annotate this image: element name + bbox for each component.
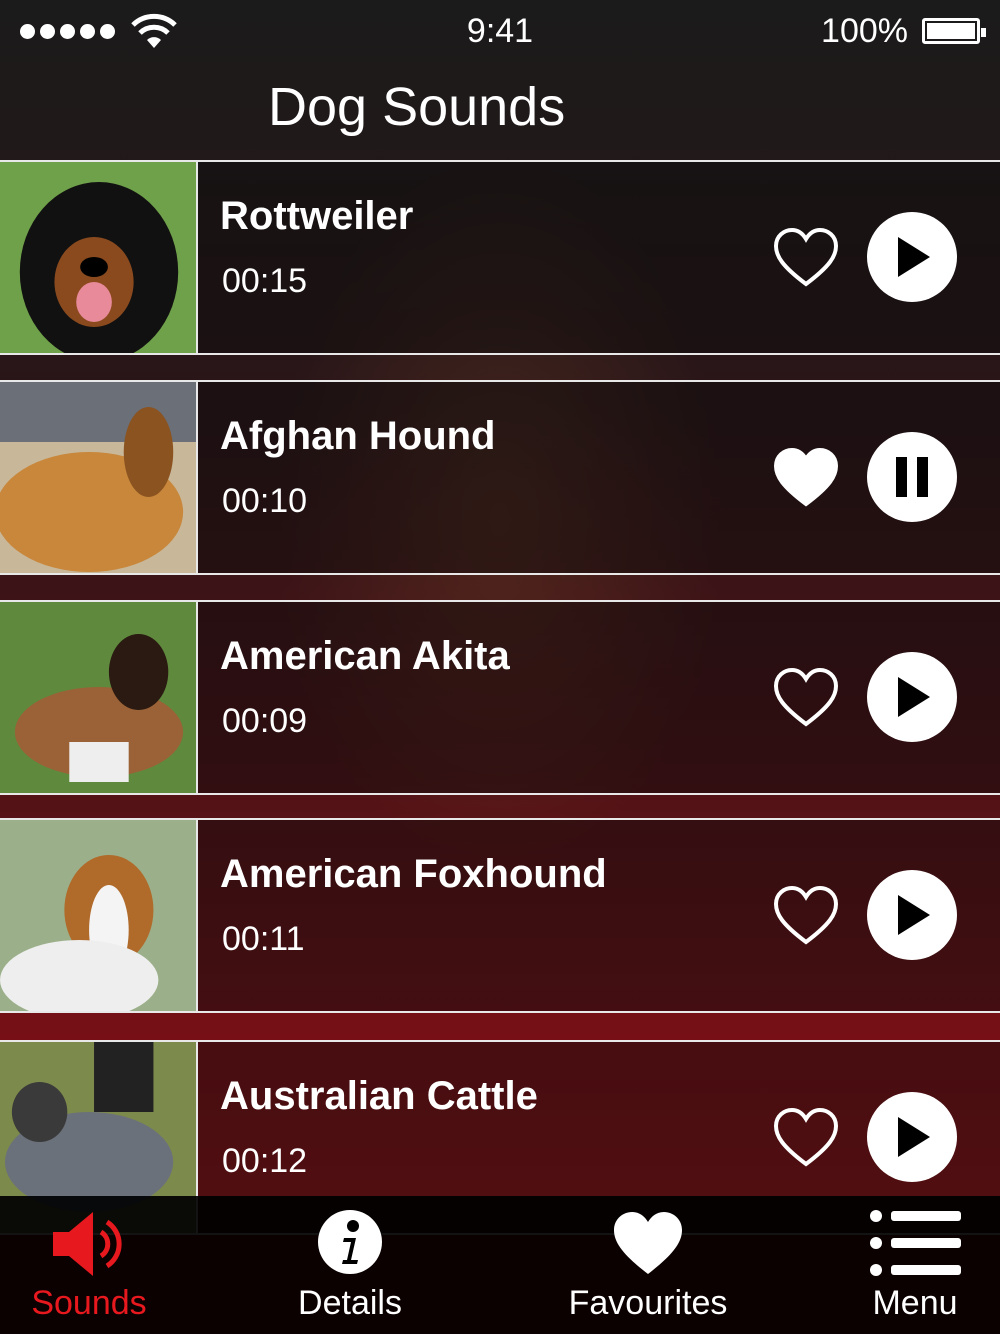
sound-title: American Foxhound	[220, 852, 607, 896]
tab-label: Menu	[872, 1284, 958, 1322]
sound-title: Australian Cattle	[220, 1074, 538, 1118]
dog-thumbnail-american-foxhound	[0, 820, 198, 1011]
sound-row-american-foxhound[interactable]: American Foxhound 00:11	[0, 818, 1000, 1013]
pause-button[interactable]	[867, 432, 957, 522]
play-button[interactable]	[867, 870, 957, 960]
favourite-filled-icon[interactable]	[772, 446, 840, 508]
dog-thumbnail-american-akita	[0, 602, 198, 793]
favourite-outline-icon[interactable]	[772, 884, 840, 946]
navigation-bar: Dog Sounds	[0, 62, 1000, 160]
tab-favourites[interactable]: Favourites	[548, 1196, 748, 1334]
favourite-outline-icon[interactable]	[772, 1106, 840, 1168]
favourite-outline-icon[interactable]	[772, 666, 840, 728]
play-button[interactable]	[867, 1092, 957, 1182]
favourite-outline-icon[interactable]	[772, 226, 840, 288]
tab-label: Favourites	[568, 1284, 728, 1322]
menu-list-icon	[870, 1210, 961, 1276]
sound-row-afghan-hound[interactable]: Afghan Hound 00:10	[0, 380, 1000, 575]
tab-label: Details	[298, 1284, 402, 1322]
tab-details[interactable]: Details	[270, 1196, 430, 1334]
sound-duration: 00:12	[222, 1142, 308, 1180]
sound-row-american-akita[interactable]: American Akita 00:09	[0, 600, 1000, 795]
info-icon	[318, 1210, 382, 1274]
play-icon	[898, 1117, 930, 1157]
play-icon	[898, 895, 930, 935]
sound-title: Rottweiler	[220, 194, 414, 238]
sound-title: American Akita	[220, 634, 510, 678]
tab-label: Sounds	[31, 1284, 147, 1322]
play-icon	[898, 677, 930, 717]
tab-bar: Sounds Details Favourites Menu	[0, 1196, 1000, 1334]
pause-icon	[896, 457, 928, 497]
status-bar: 9:41 100%	[0, 0, 1000, 62]
sound-duration: 00:11	[222, 920, 305, 958]
dog-thumbnail-afghan-hound	[0, 382, 198, 573]
tab-menu[interactable]: Menu	[850, 1196, 980, 1334]
sound-duration: 00:15	[222, 262, 308, 300]
signal-strength-icon	[20, 23, 115, 39]
battery-icon	[922, 18, 986, 44]
play-icon	[898, 237, 930, 277]
dog-thumbnail-rottweiler	[0, 162, 198, 353]
play-button[interactable]	[867, 652, 957, 742]
page-title: Dog Sounds	[268, 77, 566, 137]
play-button[interactable]	[867, 212, 957, 302]
heart-icon	[614, 1212, 682, 1274]
speaker-icon	[53, 1212, 122, 1276]
sound-duration: 00:09	[222, 702, 308, 740]
sound-row-rottweiler[interactable]: Rottweiler 00:15	[0, 160, 1000, 355]
sound-duration: 00:10	[222, 482, 308, 520]
sound-title: Afghan Hound	[220, 414, 496, 458]
battery-percentage: 100%	[821, 11, 908, 50]
wifi-icon	[131, 13, 177, 48]
tab-sounds[interactable]: Sounds	[0, 1196, 178, 1334]
